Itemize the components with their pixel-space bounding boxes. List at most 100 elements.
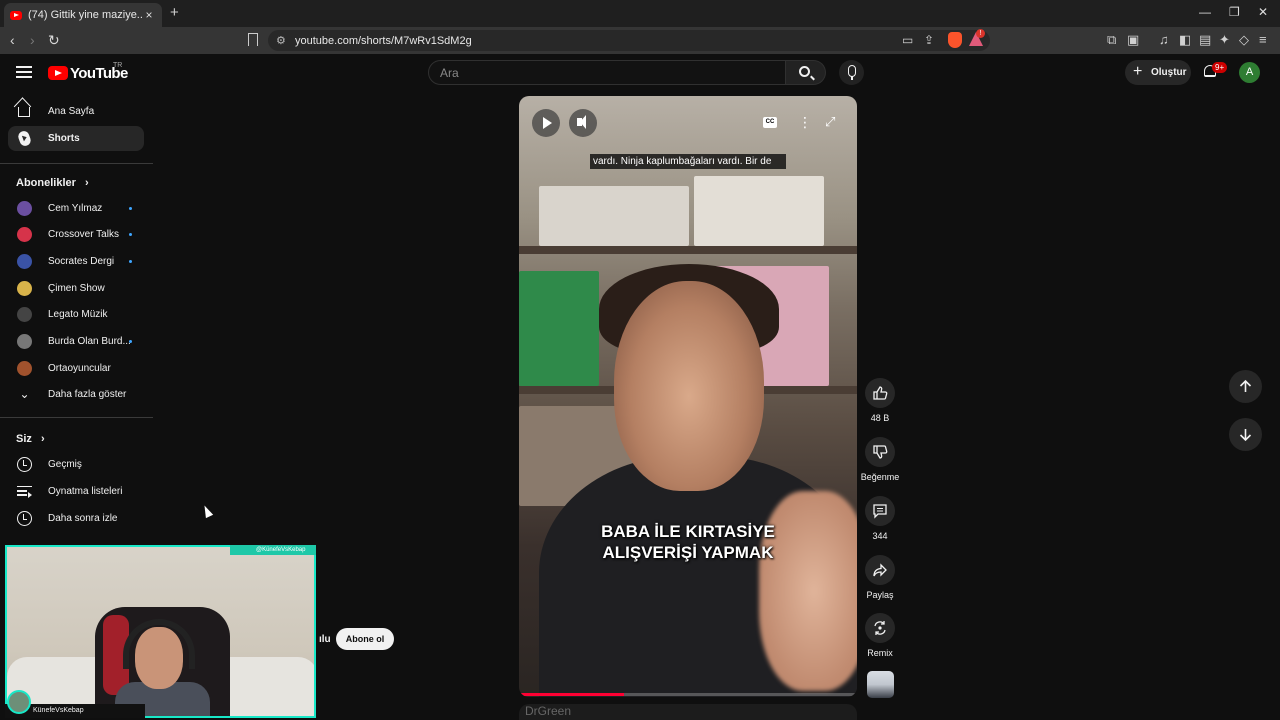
captions-icon[interactable]: CC	[763, 117, 777, 128]
restore-button[interactable]: ❐	[1229, 5, 1240, 19]
like-button[interactable]	[865, 378, 895, 408]
back-icon[interactable]: ‹	[10, 32, 15, 48]
new-content-dot	[129, 233, 132, 236]
sidebar-item-watch-later[interactable]: Daha sonra izle	[8, 506, 144, 531]
sidebar-divider	[0, 163, 153, 164]
youtube-logo-icon[interactable]	[48, 66, 68, 80]
volume-button[interactable]	[569, 109, 597, 137]
new-content-dot	[129, 207, 132, 210]
url-text: youtube.com/shorts/M7wRv1SdM2g	[295, 34, 472, 47]
channel-avatar	[17, 307, 32, 322]
channel-name-fragment[interactable]: ılu	[319, 634, 331, 645]
subscriptions-heading[interactable]: Abonelikler ›	[16, 177, 89, 189]
person-face	[614, 281, 764, 491]
home-icon	[18, 107, 30, 117]
reload-icon[interactable]: ↻	[48, 32, 60, 49]
channel-avatar	[17, 361, 32, 376]
search-input[interactable]: Ara	[428, 60, 786, 85]
leo-ai-icon[interactable]: ✦	[1219, 32, 1230, 48]
subscriptions-heading-label: Abonelikler	[16, 177, 76, 189]
sidebar-item-label: Oynatma listeleri	[48, 486, 123, 497]
address-bar[interactable]: ⚙ youtube.com/shorts/M7wRv1SdM2g ▭ ⇪	[268, 30, 990, 51]
subscription-label: Legato Müzik	[48, 309, 108, 320]
sidebar-subscription-item[interactable]: Crossover Talks	[8, 222, 144, 247]
browser-toolbar: ‹ › ↻ ⚙ youtube.com/shorts/M7wRv1SdM2g ▭…	[0, 27, 1280, 54]
account-avatar[interactable]: A	[1239, 62, 1260, 83]
overlay-line-1: BABA İLE KIRTASİYE	[601, 522, 775, 541]
search-button[interactable]	[786, 60, 826, 85]
share-button[interactable]	[865, 555, 895, 585]
browser-menu-icon[interactable]: ≡	[1259, 32, 1267, 47]
show-more-button[interactable]: ⌄ Daha fazla göster	[8, 382, 144, 407]
channel-avatar	[17, 281, 32, 296]
country-code: TR	[113, 62, 123, 69]
sidebar-subscription-item[interactable]: Cem Yılmaz	[8, 196, 144, 221]
youtube-favicon-icon	[10, 10, 22, 20]
brave-shields-icon[interactable]	[948, 32, 962, 48]
browser-tab[interactable]: (74) Gittik yine maziye... - YouTube ×	[4, 3, 162, 27]
playlist-icon	[17, 486, 32, 498]
webcam-overlay	[5, 545, 316, 718]
channel-avatar	[17, 334, 32, 349]
fullscreen-icon[interactable]: ⤢	[825, 114, 835, 130]
bookmark-icon[interactable]	[248, 33, 258, 46]
shorts-video-player[interactable]: CC ⋮ ⤢ vardı. Ninja kaplumbağaları vardı…	[519, 96, 857, 697]
channel-avatar	[17, 254, 32, 269]
green-notebooks	[519, 271, 599, 386]
sidebar-item-shorts[interactable]: Shorts	[8, 126, 144, 151]
minimize-button[interactable]: —	[1199, 5, 1211, 19]
chevron-right-icon: ›	[40, 433, 45, 445]
previous-short-button[interactable]	[1229, 370, 1262, 403]
vpn-icon[interactable]: ◇	[1239, 32, 1249, 48]
create-button[interactable]: + Oluştur	[1125, 60, 1191, 85]
sidebar-subscription-item[interactable]: Socrates Dergi	[8, 249, 144, 274]
sidebar-toggle-icon[interactable]: ◧	[1179, 32, 1191, 48]
media-icon[interactable]: ♫	[1159, 32, 1169, 47]
rewards-badge: !	[976, 29, 985, 38]
shelf	[519, 246, 857, 254]
close-tab-icon[interactable]: ×	[142, 8, 156, 22]
tab-search-icon[interactable]: ▣	[1127, 32, 1139, 48]
you-heading[interactable]: Siz ›	[16, 433, 45, 445]
thumbs-up-icon	[873, 386, 888, 400]
video-title-overlay: BABA İLE KIRTASİYE ALIŞVERİŞİ YAPMAK	[519, 521, 857, 563]
play-button[interactable]	[532, 109, 560, 137]
share-page-icon[interactable]: ⇪	[924, 33, 934, 47]
site-settings-icon[interactable]: ⚙	[276, 34, 286, 47]
sidebar-subscription-item[interactable]: Burda Olan Burd...	[8, 329, 144, 354]
cast-icon[interactable]: ▭	[902, 33, 913, 47]
new-content-dot	[129, 340, 132, 343]
sidebar-item-playlists[interactable]: Oynatma listeleri	[8, 479, 144, 504]
search-placeholder: Ara	[440, 65, 459, 80]
next-short-button[interactable]	[1229, 418, 1262, 451]
dislike-button[interactable]	[865, 437, 895, 467]
voice-search-icon[interactable]	[839, 60, 864, 85]
sidebar-subscription-item[interactable]: Legato Müzik	[8, 302, 144, 327]
forward-icon[interactable]: ›	[30, 32, 35, 48]
subscribe-button[interactable]: Abone ol	[336, 628, 394, 650]
remix-button[interactable]	[865, 613, 895, 643]
close-window-button[interactable]: ✕	[1258, 5, 1268, 19]
overlay-line-2: ALIŞVERİŞİ YAPMAK	[602, 543, 774, 562]
remix-label: Remix	[867, 648, 893, 658]
guide-menu-icon[interactable]	[16, 66, 32, 78]
volume-icon	[577, 115, 586, 129]
sidebar-item-home[interactable]: Ana Sayfa	[8, 99, 144, 124]
more-options-icon[interactable]: ⋮	[798, 114, 812, 131]
progress-bar[interactable]	[519, 693, 624, 696]
next-short-preview[interactable]: DrGreen	[519, 704, 857, 720]
history-icon	[17, 457, 32, 472]
sidebar-item-history[interactable]: Geçmiş	[8, 452, 144, 477]
chevron-right-icon: ›	[84, 177, 89, 189]
sidebar-item-label: Geçmiş	[48, 459, 82, 470]
new-tab-button[interactable]: +	[170, 4, 179, 21]
sound-source-thumbnail[interactable]	[867, 671, 894, 698]
sidebar-subscription-item[interactable]: Çimen Show	[8, 276, 144, 301]
tab-title: (74) Gittik yine maziye... - YouTube	[28, 9, 142, 21]
extensions-icon[interactable]: ⧉	[1107, 32, 1116, 48]
comments-button[interactable]	[865, 496, 895, 526]
channel-avatar	[17, 227, 32, 242]
stacked-boxes	[539, 186, 689, 246]
wallet-icon[interactable]: ▤	[1199, 32, 1211, 48]
sidebar-subscription-item[interactable]: Ortaoyuncular	[8, 356, 144, 381]
